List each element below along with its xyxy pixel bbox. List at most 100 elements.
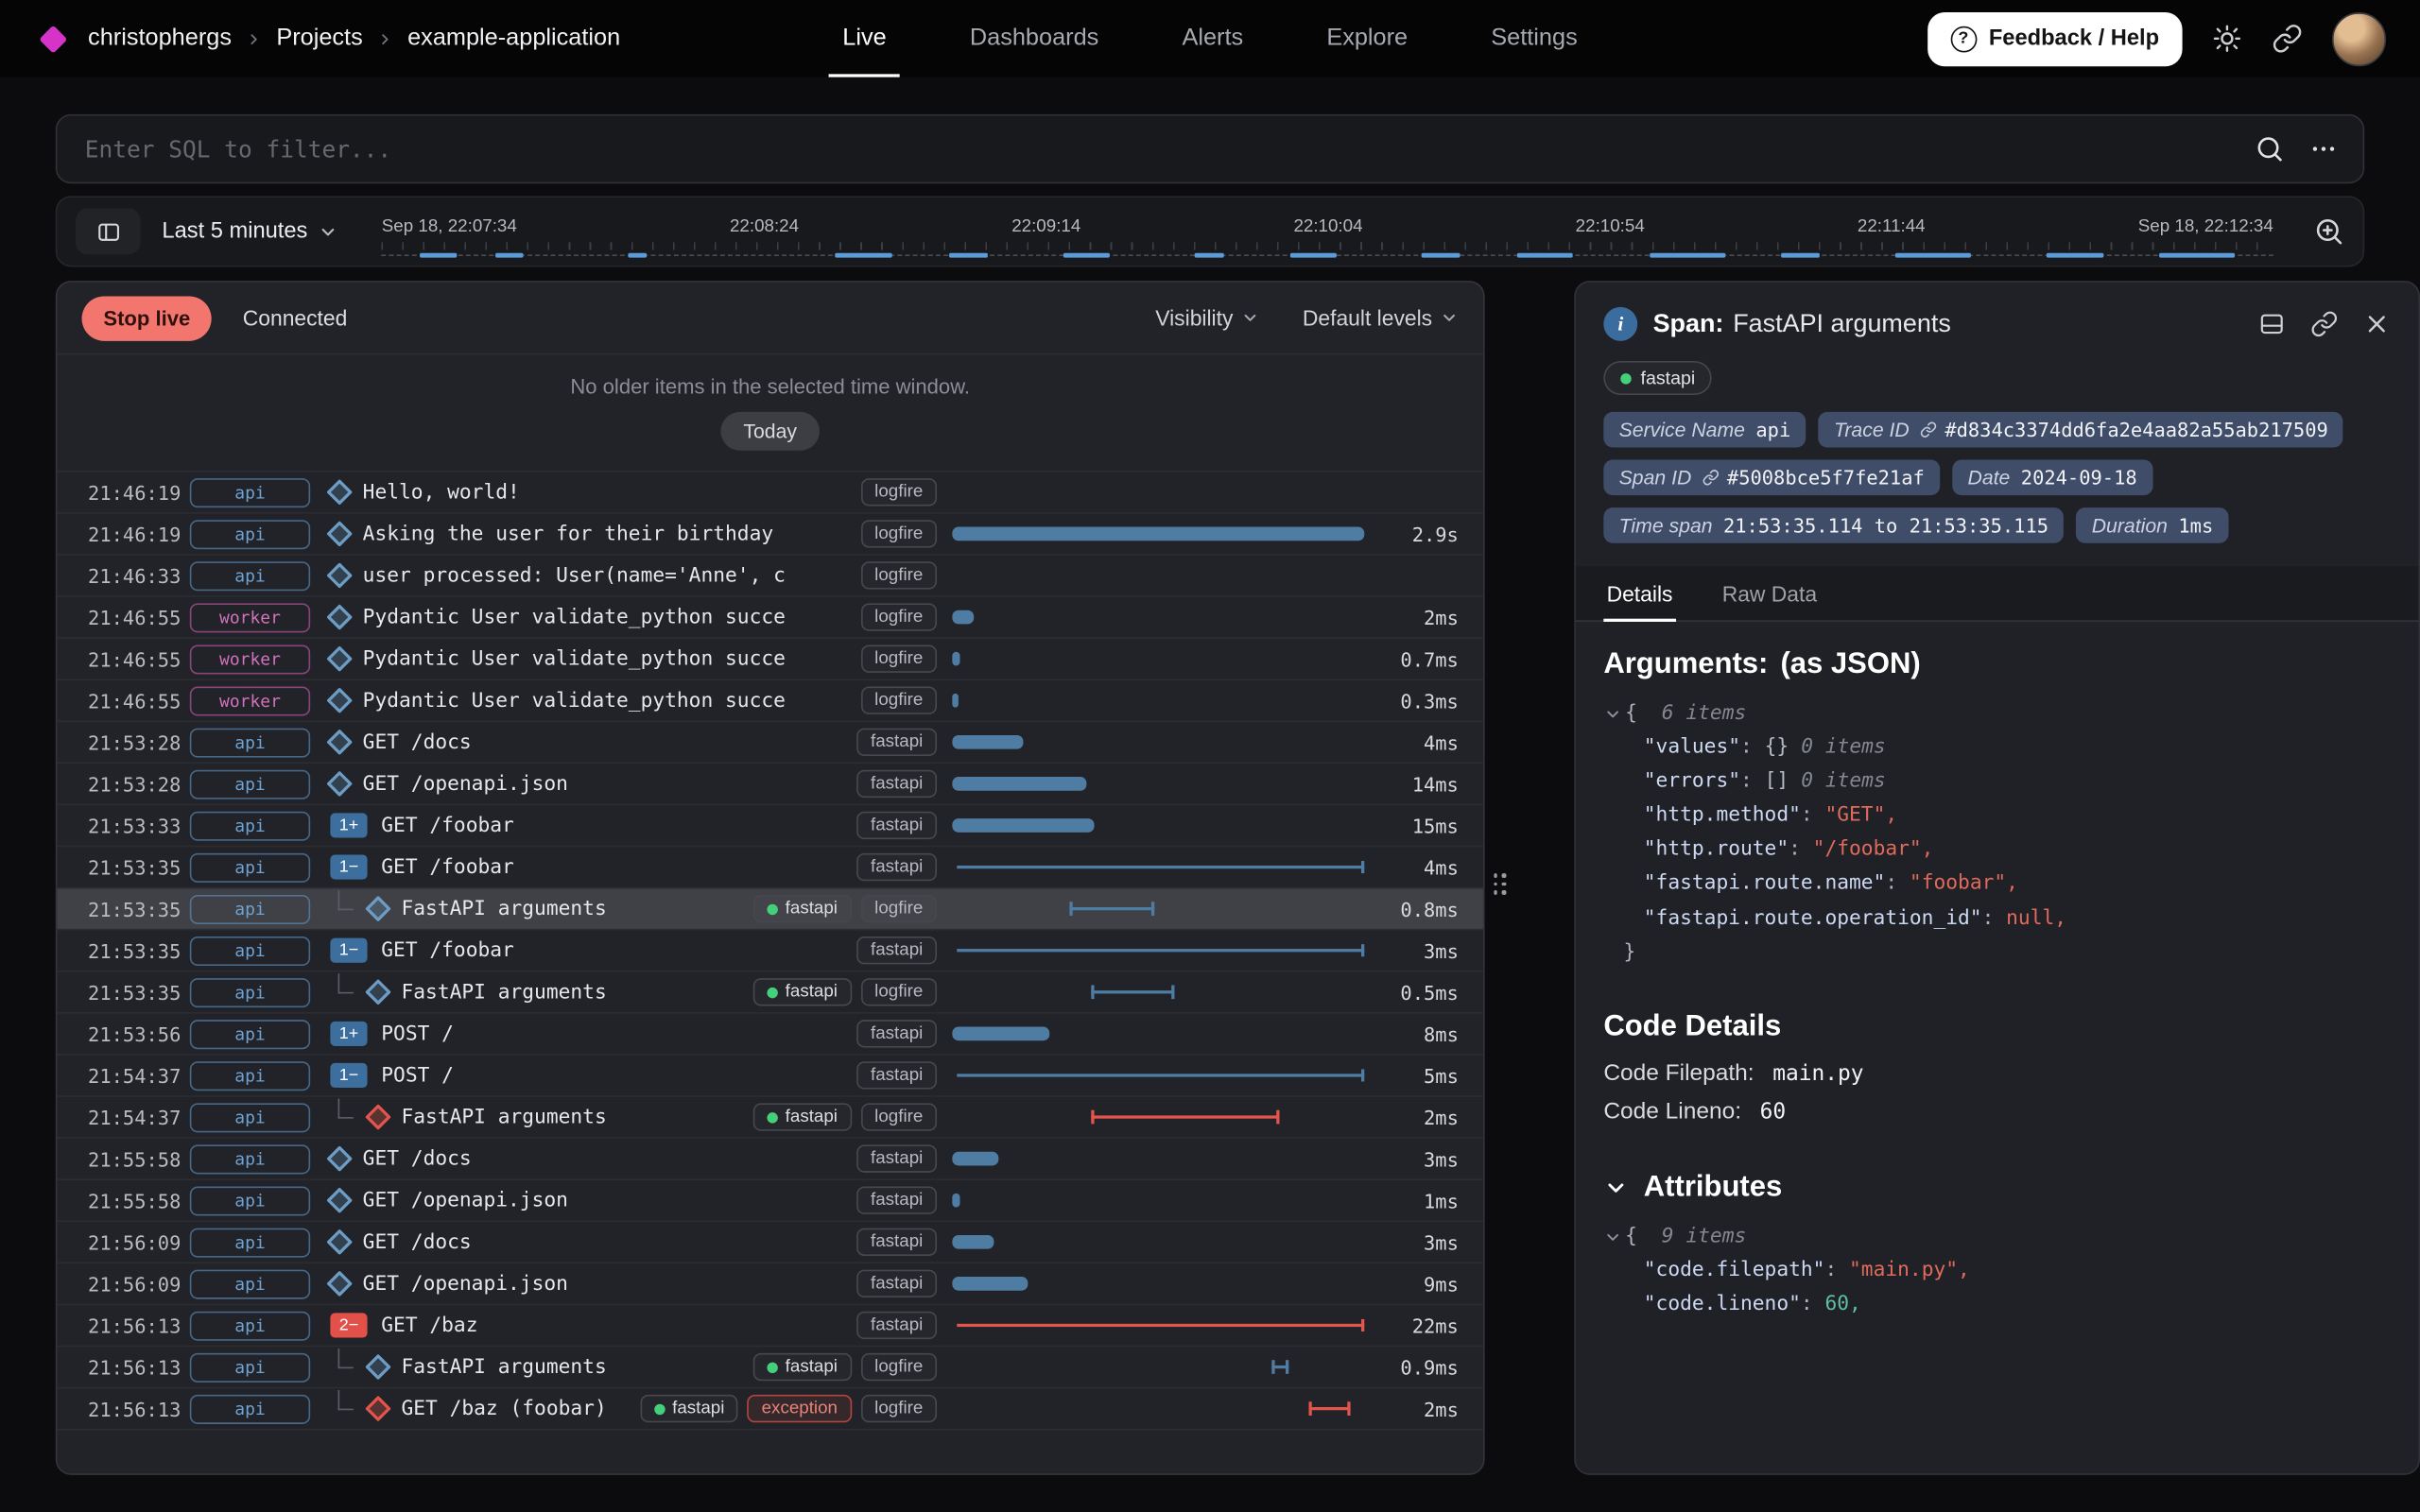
breadcrumb-item[interactable]: christophergs: [88, 25, 232, 52]
tag-chip-fastapi[interactable]: fastapi: [856, 1228, 937, 1256]
tag-chip-fastapi[interactable]: fastapi: [640, 1395, 738, 1422]
expand-toggle-badge[interactable]: 1+: [330, 813, 367, 837]
tag-chip-logfire[interactable]: logfire: [860, 478, 937, 506]
detail-tab-details[interactable]: Details: [1603, 566, 1675, 620]
chevron-down-icon[interactable]: [1603, 1176, 1628, 1200]
tag-chip-fastapi[interactable]: fastapi: [856, 1270, 937, 1297]
tag-chip-fastapi[interactable]: fastapi: [752, 978, 851, 1005]
visibility-dropdown[interactable]: Visibility: [1155, 305, 1259, 330]
copy-link-icon[interactable]: [2310, 310, 2338, 337]
trace-row[interactable]: 21:46:19apiHello, world!logfire: [57, 472, 1483, 514]
service-tag-api[interactable]: api: [190, 1228, 310, 1257]
user-avatar[interactable]: [2332, 11, 2386, 65]
service-tag-api[interactable]: api: [190, 1060, 310, 1090]
search-icon[interactable]: [2255, 134, 2284, 163]
sql-filter-input[interactable]: [82, 133, 2231, 164]
default-levels-dropdown[interactable]: Default levels: [1303, 305, 1459, 330]
tag-chip-fastapi[interactable]: fastapi: [856, 936, 937, 964]
sidebar-toggle-button[interactable]: [76, 208, 141, 254]
zoom-in-icon[interactable]: [2313, 216, 2344, 248]
trace-row[interactable]: 21:55:58apiGET /openapi.jsonfastapi1ms: [57, 1180, 1483, 1222]
service-tag-api[interactable]: api: [190, 977, 310, 1006]
expand-toggle-badge[interactable]: 1+: [330, 1022, 367, 1046]
close-icon[interactable]: [2363, 310, 2391, 337]
logfire-logo-icon[interactable]: [39, 25, 67, 53]
tag-chip-logfire[interactable]: logfire: [860, 895, 937, 922]
time-range-selector[interactable]: Last 5 minutes: [162, 219, 338, 244]
more-options-icon[interactable]: [2308, 134, 2338, 163]
json-collapse-toggle[interactable]: [1603, 1228, 1622, 1246]
service-tag-worker[interactable]: worker: [190, 603, 310, 632]
tag-chip-logfire[interactable]: logfire: [860, 1353, 937, 1381]
trace-row[interactable]: 21:53:35api1−GET /foobarfastapi4ms: [57, 847, 1483, 888]
trace-row[interactable]: 21:53:35api1−GET /foobarfastapi3ms: [57, 930, 1483, 971]
service-tag-api[interactable]: api: [190, 1394, 310, 1423]
trace-row[interactable]: 21:53:33api1+GET /foobarfastapi15ms: [57, 805, 1483, 847]
service-tag-api[interactable]: api: [190, 894, 310, 923]
service-tag-api[interactable]: api: [190, 1311, 310, 1340]
service-tag-api[interactable]: api: [190, 1352, 310, 1382]
tag-chip-fastapi[interactable]: fastapi: [856, 1187, 937, 1214]
open-in-panel-icon[interactable]: [2258, 310, 2286, 337]
service-tag-api[interactable]: api: [190, 728, 310, 757]
tag-chip-fastapi[interactable]: fastapi: [856, 1061, 937, 1089]
nav-tab-explore[interactable]: Explore: [1285, 0, 1449, 77]
meta-pill-trace-id[interactable]: Trace ID#d834c3374dd6fa2e4aa82a55ab21750…: [1819, 412, 2344, 448]
trace-row[interactable]: 21:46:19apiAsking the user for their bir…: [57, 514, 1483, 556]
expand-toggle-badge[interactable]: 1−: [330, 1063, 367, 1088]
service-tag-api[interactable]: api: [190, 1019, 310, 1048]
json-collapse-toggle[interactable]: [1603, 705, 1622, 724]
nav-tab-settings[interactable]: Settings: [1449, 0, 1619, 77]
trace-row[interactable]: 21:56:09apiGET /openapi.jsonfastapi9ms: [57, 1263, 1483, 1305]
service-tag-worker[interactable]: worker: [190, 686, 310, 715]
nav-tab-alerts[interactable]: Alerts: [1140, 0, 1285, 77]
today-button[interactable]: Today: [720, 412, 821, 451]
trace-row[interactable]: 21:54:37apiFastAPI argumentsfastapilogfi…: [57, 1097, 1483, 1139]
service-tag-api[interactable]: api: [190, 852, 310, 882]
expand-toggle-badge[interactable]: 1−: [330, 854, 367, 879]
service-tag-api[interactable]: api: [190, 1186, 310, 1215]
tag-chip-logfire[interactable]: logfire: [860, 687, 937, 714]
tag-chip-fastapi[interactable]: fastapi: [856, 729, 937, 756]
panel-resize-handle[interactable]: [1491, 864, 1508, 903]
service-tag-api[interactable]: api: [190, 519, 310, 548]
trace-row[interactable]: 21:56:13apiFastAPI argumentsfastapilogfi…: [57, 1347, 1483, 1388]
service-tag-api[interactable]: api: [190, 936, 310, 965]
tag-chip-fastapi[interactable]: fastapi: [856, 1144, 937, 1172]
meta-pill-span-id[interactable]: Span ID#5008bce5f7fe21af: [1603, 460, 1940, 496]
service-tag-worker[interactable]: worker: [190, 644, 310, 674]
service-tag-api[interactable]: api: [190, 769, 310, 799]
tag-chip-fastapi[interactable]: fastapi: [856, 1312, 937, 1339]
feedback-help-button[interactable]: ? Feedback / Help: [1927, 11, 2183, 65]
tag-chip-logfire[interactable]: logfire: [860, 644, 937, 672]
expand-toggle-badge[interactable]: 2−: [330, 1313, 367, 1337]
tag-chip-logfire[interactable]: logfire: [860, 1103, 937, 1130]
trace-row[interactable]: 21:46:55workerPydantic User validate_pyt…: [57, 680, 1483, 722]
tag-chip-fastapi[interactable]: fastapi: [752, 895, 851, 922]
service-tag-api[interactable]: api: [190, 811, 310, 840]
expand-toggle-badge[interactable]: 1−: [330, 938, 367, 963]
stop-live-button[interactable]: Stop live: [82, 296, 213, 340]
nav-tab-live[interactable]: Live: [801, 0, 928, 77]
trace-row[interactable]: 21:56:13apiGET /baz (foobar)fastapiexcep…: [57, 1388, 1483, 1430]
tag-chip-fastapi[interactable]: fastapi: [752, 1103, 851, 1130]
service-tag-api[interactable]: api: [190, 1144, 310, 1174]
trace-row[interactable]: 21:53:56api1+POST /fastapi8ms: [57, 1014, 1483, 1056]
trace-row[interactable]: 21:53:35apiFastAPI argumentsfastapilogfi…: [57, 888, 1483, 930]
service-tag-api[interactable]: api: [190, 1103, 310, 1132]
trace-row[interactable]: 21:55:58apiGET /docsfastapi3ms: [57, 1139, 1483, 1180]
tag-chip-logfire[interactable]: logfire: [860, 520, 937, 547]
trace-row[interactable]: 21:46:55workerPydantic User validate_pyt…: [57, 639, 1483, 680]
trace-row[interactable]: 21:53:28apiGET /openapi.jsonfastapi14ms: [57, 764, 1483, 805]
tag-chip-exception[interactable]: exception: [748, 1395, 852, 1422]
tag-chip-logfire[interactable]: logfire: [860, 561, 937, 589]
theme-toggle-icon[interactable]: [2212, 23, 2243, 54]
tag-chip-logfire[interactable]: logfire: [860, 1395, 937, 1422]
trace-row[interactable]: 21:56:13api2−GET /bazfastapi22ms: [57, 1305, 1483, 1347]
breadcrumb-item[interactable]: Projects: [276, 25, 362, 52]
trace-row[interactable]: 21:54:37api1−POST /fastapi5ms: [57, 1056, 1483, 1097]
tag-chip-fastapi[interactable]: fastapi: [856, 1020, 937, 1047]
timeline[interactable]: Sep 18, 22:07:3422:08:2422:09:1422:10:04…: [382, 208, 2273, 256]
service-tag-api[interactable]: api: [190, 560, 310, 590]
tag-chip-fastapi[interactable]: fastapi: [752, 1353, 851, 1381]
